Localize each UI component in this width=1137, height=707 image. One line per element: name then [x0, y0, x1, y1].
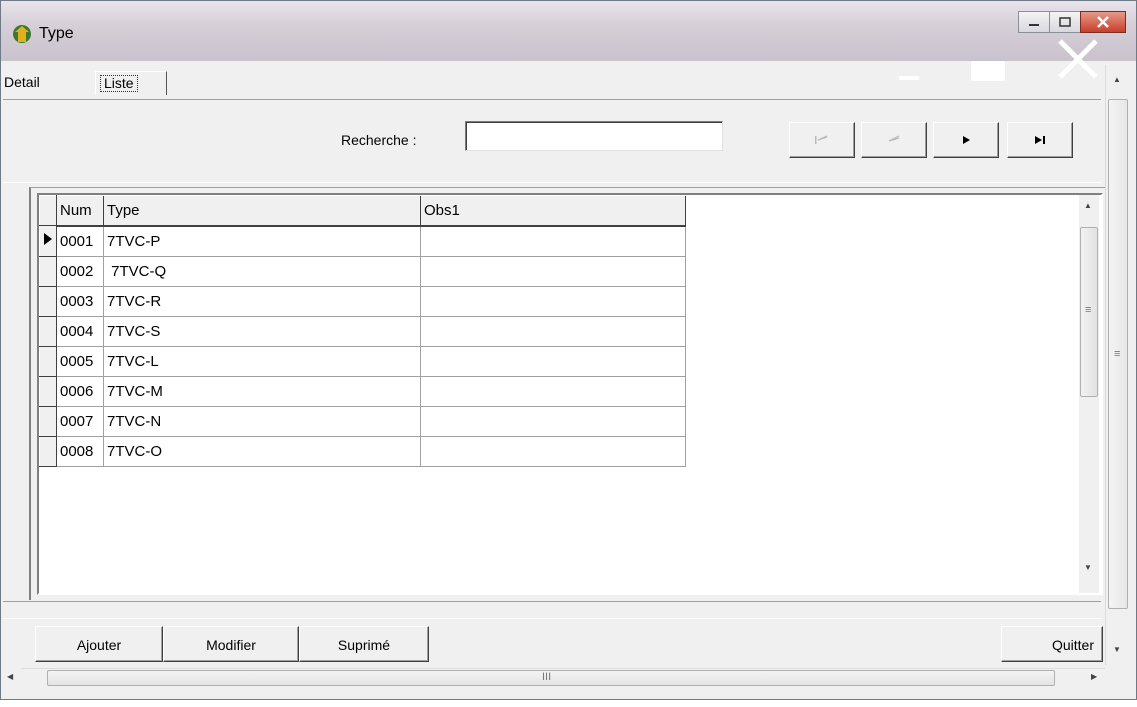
last-record-icon — [1035, 136, 1045, 144]
cell-type[interactable]: 7TVC-M — [103, 376, 421, 407]
cell-type[interactable]: 7TVC-L — [103, 346, 421, 377]
prev-record-icon — [888, 135, 900, 142]
window-vertical-scrollbar[interactable]: ▲ ≡ ▼ — [1105, 65, 1130, 665]
row-indicator — [39, 285, 57, 317]
overlay-close-icon — [1058, 39, 1098, 79]
h-grip-icon: III — [542, 671, 552, 683]
table-row[interactable]: 0003 7TVC-R — [39, 285, 686, 317]
cell-type[interactable]: 7TVC-N — [103, 406, 421, 437]
cell-num[interactable]: 0002 — [56, 256, 104, 287]
separator — [3, 601, 1101, 619]
app-window: Type Detail Liste Recherche : Num Type O… — [0, 0, 1137, 700]
table-row[interactable]: 0007 7TVC-N — [39, 405, 686, 437]
table-row[interactable]: 0005 7TVC-L — [39, 345, 686, 377]
cell-num[interactable]: 0006 — [56, 376, 104, 407]
row-indicator — [39, 345, 57, 377]
window-scroll-thumb[interactable]: ≡ — [1108, 99, 1128, 609]
cell-obs1[interactable] — [420, 316, 686, 347]
tab-liste[interactable]: Liste — [95, 71, 167, 95]
grid-header-row: Num Type Obs1 — [39, 195, 686, 227]
scroll-right-icon[interactable]: ▶ — [1091, 672, 1097, 681]
cell-obs1[interactable] — [420, 286, 686, 317]
tab-liste-label: Liste — [100, 75, 138, 92]
cell-obs1[interactable] — [420, 256, 686, 287]
cell-obs1[interactable] — [420, 376, 686, 407]
cell-type[interactable]: 7TVC-R — [103, 286, 421, 317]
cell-type[interactable]: 7TVC-O — [103, 436, 421, 467]
current-row-indicator — [39, 225, 57, 257]
minimize-icon — [1029, 24, 1039, 26]
close-icon — [1097, 16, 1109, 28]
table-row[interactable]: 0001 7TVC-P — [39, 225, 686, 257]
scroll-down-icon[interactable]: ▼ — [1084, 563, 1092, 572]
column-header-num[interactable]: Num — [56, 195, 104, 227]
scroll-up-icon[interactable]: ▲ — [1084, 201, 1092, 210]
app-icon — [13, 25, 31, 43]
window-title: Type — [39, 25, 74, 42]
table-row[interactable]: 0004 7TVC-S — [39, 315, 686, 347]
grid-table: Num Type Obs1 0001 7TVC-P 0002 7TVC-Q 00… — [39, 195, 686, 467]
close-button[interactable] — [1080, 11, 1126, 33]
overlay-minimize-icon — [899, 76, 919, 80]
cell-type[interactable]: 7TVC-P — [103, 225, 421, 257]
add-button[interactable]: Ajouter — [35, 626, 163, 662]
first-record-icon — [815, 135, 828, 144]
data-grid: Num Type Obs1 0001 7TVC-P 0002 7TVC-Q 00… — [37, 193, 1103, 595]
cell-num[interactable]: 0007 — [56, 406, 104, 437]
delete-button[interactable]: Suprimé — [299, 626, 429, 662]
quit-button[interactable]: Quitter — [1001, 626, 1103, 662]
title-bar: Type — [1, 1, 1136, 61]
grip-icon: ≡ — [1085, 304, 1092, 316]
search-panel: Recherche : — [3, 99, 1101, 183]
cell-obs1[interactable] — [420, 346, 686, 377]
row-indicator — [39, 315, 57, 347]
title-shadow — [431, 41, 631, 65]
cell-num[interactable]: 0005 — [56, 346, 104, 377]
column-header-obs1[interactable]: Obs1 — [420, 195, 686, 227]
tab-detail[interactable]: Detail — [4, 74, 40, 90]
minimize-button[interactable] — [1018, 11, 1050, 33]
cell-obs1[interactable] — [420, 406, 686, 437]
table-row[interactable]: 0002 7TVC-Q — [39, 255, 686, 287]
window-grip-icon: ≡ — [1114, 348, 1121, 360]
table-row[interactable]: 0006 7TVC-M — [39, 375, 686, 407]
search-input[interactable] — [465, 121, 723, 151]
cell-num[interactable]: 0004 — [56, 316, 104, 347]
row-pointer-icon — [44, 232, 52, 245]
cell-num[interactable]: 0003 — [56, 286, 104, 317]
scroll-left-icon[interactable]: ◀ — [7, 672, 13, 681]
row-indicator — [39, 405, 57, 437]
grid-vertical-scrollbar[interactable]: ▲ ≡ ▼ — [1079, 195, 1099, 593]
first-record-button[interactable] — [789, 122, 855, 158]
table-row[interactable]: 0008 7TVC-O — [39, 435, 686, 467]
row-indicator — [39, 255, 57, 287]
next-record-button[interactable] — [933, 122, 999, 158]
cell-type[interactable]: 7TVC-S — [103, 316, 421, 347]
prev-record-button[interactable] — [861, 122, 927, 158]
search-label: Recherche : — [341, 132, 417, 148]
horizontal-scroll-thumb[interactable]: III — [47, 670, 1055, 686]
next-record-icon — [963, 136, 970, 144]
maximize-button[interactable] — [1049, 11, 1081, 33]
window-scroll-up-icon[interactable]: ▲ — [1113, 75, 1121, 84]
cell-obs1[interactable] — [420, 225, 686, 257]
overlay-maximize-icon — [971, 61, 1005, 81]
row-indicator-header — [39, 195, 57, 226]
column-header-type[interactable]: Type — [103, 195, 421, 227]
horizontal-scrollbar[interactable]: ◀ III ▶ — [7, 668, 1105, 687]
grid-scroll-thumb[interactable]: ≡ — [1080, 227, 1098, 397]
last-record-button[interactable] — [1007, 122, 1073, 158]
row-indicator — [39, 435, 57, 467]
maximize-icon — [1059, 17, 1071, 27]
window-controls — [1018, 11, 1126, 33]
row-indicator — [39, 375, 57, 407]
edit-button[interactable]: Modifier — [163, 626, 299, 662]
cell-type[interactable]: 7TVC-Q — [103, 256, 421, 287]
cell-num[interactable]: 0001 — [56, 225, 104, 257]
cell-num[interactable]: 0008 — [56, 436, 104, 467]
cell-obs1[interactable] — [420, 436, 686, 467]
window-scroll-down-icon[interactable]: ▼ — [1113, 645, 1121, 654]
